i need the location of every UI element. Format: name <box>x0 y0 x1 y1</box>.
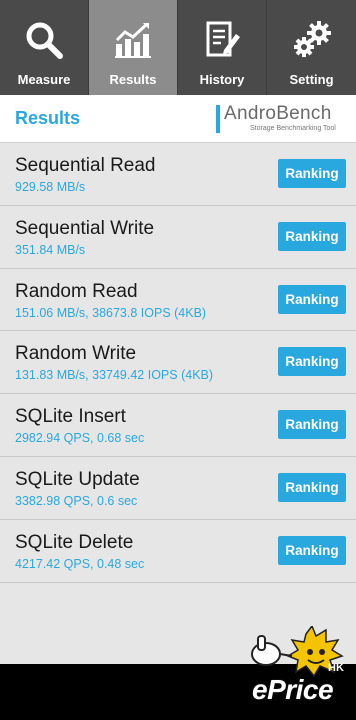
tab-label: Setting <box>289 72 334 87</box>
tab-label: History <box>199 72 245 87</box>
logo-text: AndroBench <box>224 103 332 124</box>
benchmark-value: 351.84 MB/s <box>15 242 86 257</box>
list-item: SQLite Delete 4217.42 QPS, 0.48 sec Rank… <box>0 520 356 583</box>
benchmark-name: SQLite Insert <box>15 406 126 428</box>
tab-bar: Measure Results History Setting <box>0 0 356 95</box>
tab-results[interactable]: Results <box>89 0 178 95</box>
tab-measure[interactable]: Measure <box>0 0 89 95</box>
tab-label: Results <box>109 72 157 87</box>
benchmark-name: Sequential Read <box>15 155 156 176</box>
eprice-watermark: HK ePrice <box>244 626 354 718</box>
benchmark-value: 2982.94 QPS, 0.68 sec <box>15 431 145 446</box>
benchmark-name: Random Read <box>15 280 138 302</box>
document-edit-icon <box>200 18 244 62</box>
gears-icon <box>290 18 334 62</box>
benchmark-value: 4217.42 QPS, 0.48 sec <box>15 556 145 571</box>
list-item: Random Read 151.06 MB/s, 38673.8 IOPS (4… <box>0 269 356 332</box>
benchmark-value: 131.83 MB/s, 33749.42 IOPS (4KB) <box>15 368 214 383</box>
logo-bar <box>216 105 220 133</box>
results-list: Sequential Read 929.58 MB/s Ranking Sequ… <box>0 143 356 664</box>
benchmark-name: Random Write <box>15 343 137 365</box>
benchmark-value: 3382.98 QPS, 0.6 sec <box>15 493 138 508</box>
benchmark-name: SQLite Update <box>15 468 140 490</box>
ranking-button[interactable]: Ranking <box>278 159 346 188</box>
page-title: Results <box>15 108 81 128</box>
tab-setting[interactable]: Setting <box>267 0 356 95</box>
ranking-button[interactable]: Ranking <box>278 472 346 502</box>
search-icon <box>22 18 66 62</box>
androbench-logo: AndroBench Storage Benchmarking Tool <box>216 103 344 134</box>
ranking-button[interactable]: Ranking <box>278 410 346 440</box>
logo-subtitle: Storage Benchmarking Tool <box>250 125 336 132</box>
list-item: Sequential Read 929.58 MB/s Ranking <box>0 143 356 206</box>
benchmark-value: 929.58 MB/s <box>15 180 86 194</box>
watermark-text: ePrice <box>252 674 334 705</box>
results-header: Results AndroBench Storage Benchmarking … <box>0 95 356 143</box>
list-item: SQLite Insert 2982.94 QPS, 0.68 sec Rank… <box>0 394 356 457</box>
tab-label: Measure <box>17 72 71 87</box>
list-item: Random Write 131.83 MB/s, 33749.42 IOPS … <box>0 331 356 395</box>
benchmark-value: 151.06 MB/s, 38673.8 IOPS (4KB) <box>15 305 207 320</box>
ranking-button[interactable]: Ranking <box>278 221 346 251</box>
ranking-button[interactable]: Ranking <box>278 284 346 314</box>
watermark-region: HK <box>328 662 344 674</box>
ranking-button[interactable]: Ranking <box>278 347 346 377</box>
benchmark-name: Sequential Write <box>15 217 155 239</box>
list-item: Sequential Write 351.84 MB/s Ranking <box>0 206 356 269</box>
list-item: SQLite Update 3382.98 QPS, 0.6 sec Ranki… <box>0 457 356 520</box>
ranking-button[interactable]: Ranking <box>278 535 346 565</box>
benchmark-name: SQLite Delete <box>15 531 134 553</box>
tab-history[interactable]: History <box>178 0 267 95</box>
chart-icon <box>111 18 155 62</box>
